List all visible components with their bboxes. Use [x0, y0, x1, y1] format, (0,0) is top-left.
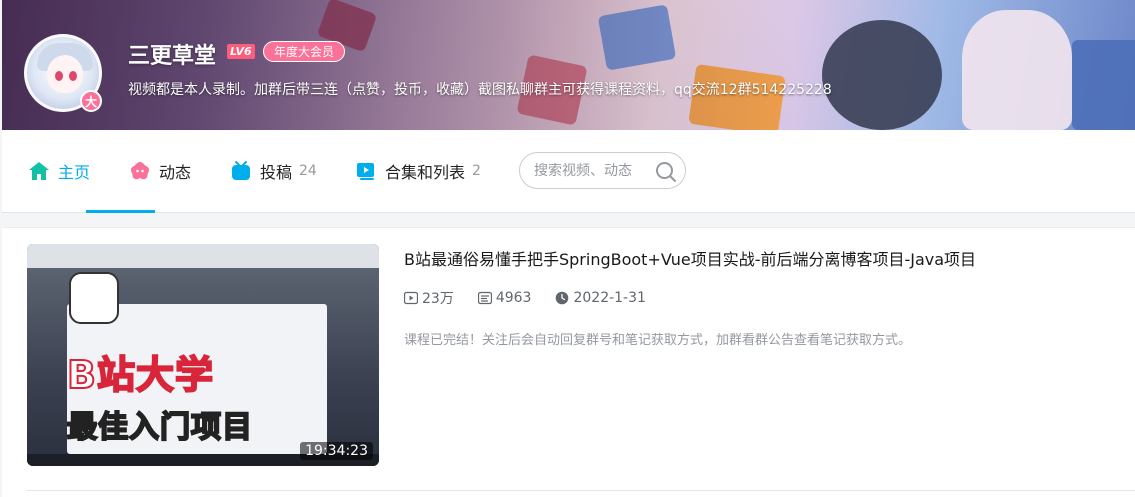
views-count: 23万	[422, 291, 454, 307]
tab-dynamic[interactable]: 动态	[129, 158, 191, 184]
avatar-eye	[69, 71, 77, 81]
avatar-eye	[55, 71, 63, 81]
date-stat: 2022-1-31	[555, 290, 646, 306]
home-icon	[28, 160, 50, 182]
video-duration: 19:34:23	[300, 442, 373, 460]
views-stat: 23万	[404, 288, 454, 308]
video-thumbnail[interactable]: B站大学 最佳入门项目 19:34:23	[27, 244, 379, 466]
tab-uploads-count: 24	[299, 163, 317, 179]
active-tab-indicator	[86, 210, 155, 213]
publish-date: 2022-1-31	[573, 290, 646, 306]
danmaku-stat: 4963	[477, 290, 532, 306]
play-count-icon	[404, 291, 418, 305]
tab-collections-label: 合集和列表	[385, 163, 466, 182]
tab-home[interactable]: 主页	[28, 158, 90, 184]
avatar-badge: 大	[80, 90, 102, 112]
video-description: 课程已完结！关注后会自动回复群号和笔记获取方式，加群看群公告查看笔记获取方式。	[404, 333, 912, 348]
username[interactable]: 三更草堂	[128, 38, 216, 70]
video-list: B站大学 最佳入门项目 19:34:23 B站最通俗易懂手把手SpringBoo…	[2, 227, 1135, 497]
tab-home-label: 主页	[58, 163, 91, 182]
tab-collections-count: 2	[472, 163, 481, 179]
profile-nav-bar: 主页 动态 投稿 24 合集和列表 2	[2, 130, 1135, 213]
mascot-icon	[69, 272, 119, 324]
danmaku-icon	[477, 291, 492, 305]
tab-uploads-label: 投稿	[260, 163, 293, 182]
thumbnail-main-text: B站大学	[66, 352, 214, 398]
user-signature: 视频都是本人录制。加群后带三连（点赞，投币，收藏）截图私聊群主可获得课程资料，q…	[128, 82, 832, 98]
tv-icon	[230, 160, 252, 182]
dynamic-icon	[129, 160, 151, 182]
level-badge: LV6	[227, 44, 255, 59]
list-divider	[27, 490, 1135, 491]
danmaku-count: 4963	[495, 290, 532, 306]
tab-dynamic-label: 动态	[159, 163, 192, 182]
vip-badge[interactable]: 年度大会员	[263, 41, 346, 62]
thumbnail-sub-text: 最佳入门项目	[66, 409, 253, 446]
search-icon[interactable]	[654, 160, 678, 188]
video-title[interactable]: B站最通俗易懂手把手SpringBoot+Vue项目实战-前后端分离博客项目-J…	[404, 246, 976, 270]
playlist-icon	[355, 160, 377, 182]
video-meta: 23万 4963 2022-1-31	[404, 288, 670, 308]
tab-uploads[interactable]: 投稿 24	[230, 158, 317, 184]
avatar-face	[47, 55, 83, 93]
search-box	[519, 152, 686, 189]
tab-collections[interactable]: 合集和列表 2	[355, 158, 481, 184]
clock-icon	[556, 291, 569, 305]
search-input[interactable]	[534, 161, 652, 181]
thumbnail-browser-bar	[27, 244, 379, 268]
